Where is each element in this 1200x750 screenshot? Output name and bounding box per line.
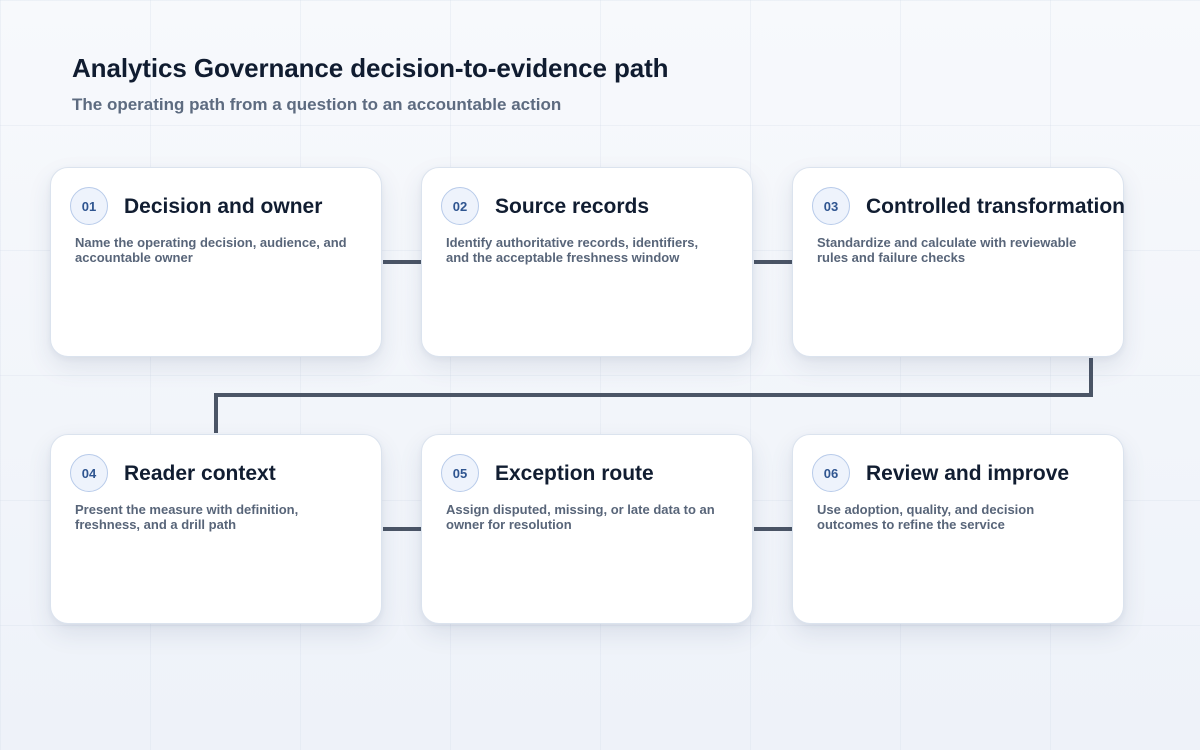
step-description: Use adoption, quality, and decision outc… [817,502,1035,532]
step-description: Standardize and calculate with reviewabl… [817,235,1077,265]
page-title: Analytics Governance decision-to-evidenc… [72,53,669,83]
step-card-source-records: 02 Source records Identify authoritative… [421,167,753,357]
step-number-badge: 06 [812,454,850,492]
page-subtitle: The operating path from a question to an… [72,95,562,114]
step-description: Name the operating decision, audience, a… [75,235,347,265]
step-number-badge: 03 [812,187,850,225]
step-description: Assign disputed, missing, or late data t… [446,502,715,532]
step-description: Identify authoritative records, identifi… [446,235,699,265]
step-title: Source records [495,195,650,218]
diagram-header: Analytics Governance decision-to-evidenc… [72,52,1072,116]
step-title: Exception route [495,462,654,485]
step-description: Present the measure with definition, fre… [75,502,299,532]
step-card-exception-route: 05 Exception route Assign disputed, miss… [421,434,753,624]
step-title: Review and improve [866,462,1070,485]
step-card-reader-context: 04 Reader context Present the measure wi… [50,434,382,624]
step-card-decision-and-owner: 01 Decision and owner Name the operating… [50,167,382,357]
step-number-badge: 01 [70,187,108,225]
step-card-review-and-improve: 06 Review and improve Use adoption, qual… [792,434,1124,624]
step-card-controlled-transformation: 03 Controlled transformation Standardize… [792,167,1126,357]
step-number-badge: 05 [441,454,479,492]
step-title: Controlled transformation [866,195,1126,218]
step-number-badge: 02 [441,187,479,225]
connector-03-04 [214,358,1093,433]
step-title: Reader context [124,462,276,485]
step-title: Decision and owner [124,195,323,218]
step-number-badge: 04 [70,454,108,492]
